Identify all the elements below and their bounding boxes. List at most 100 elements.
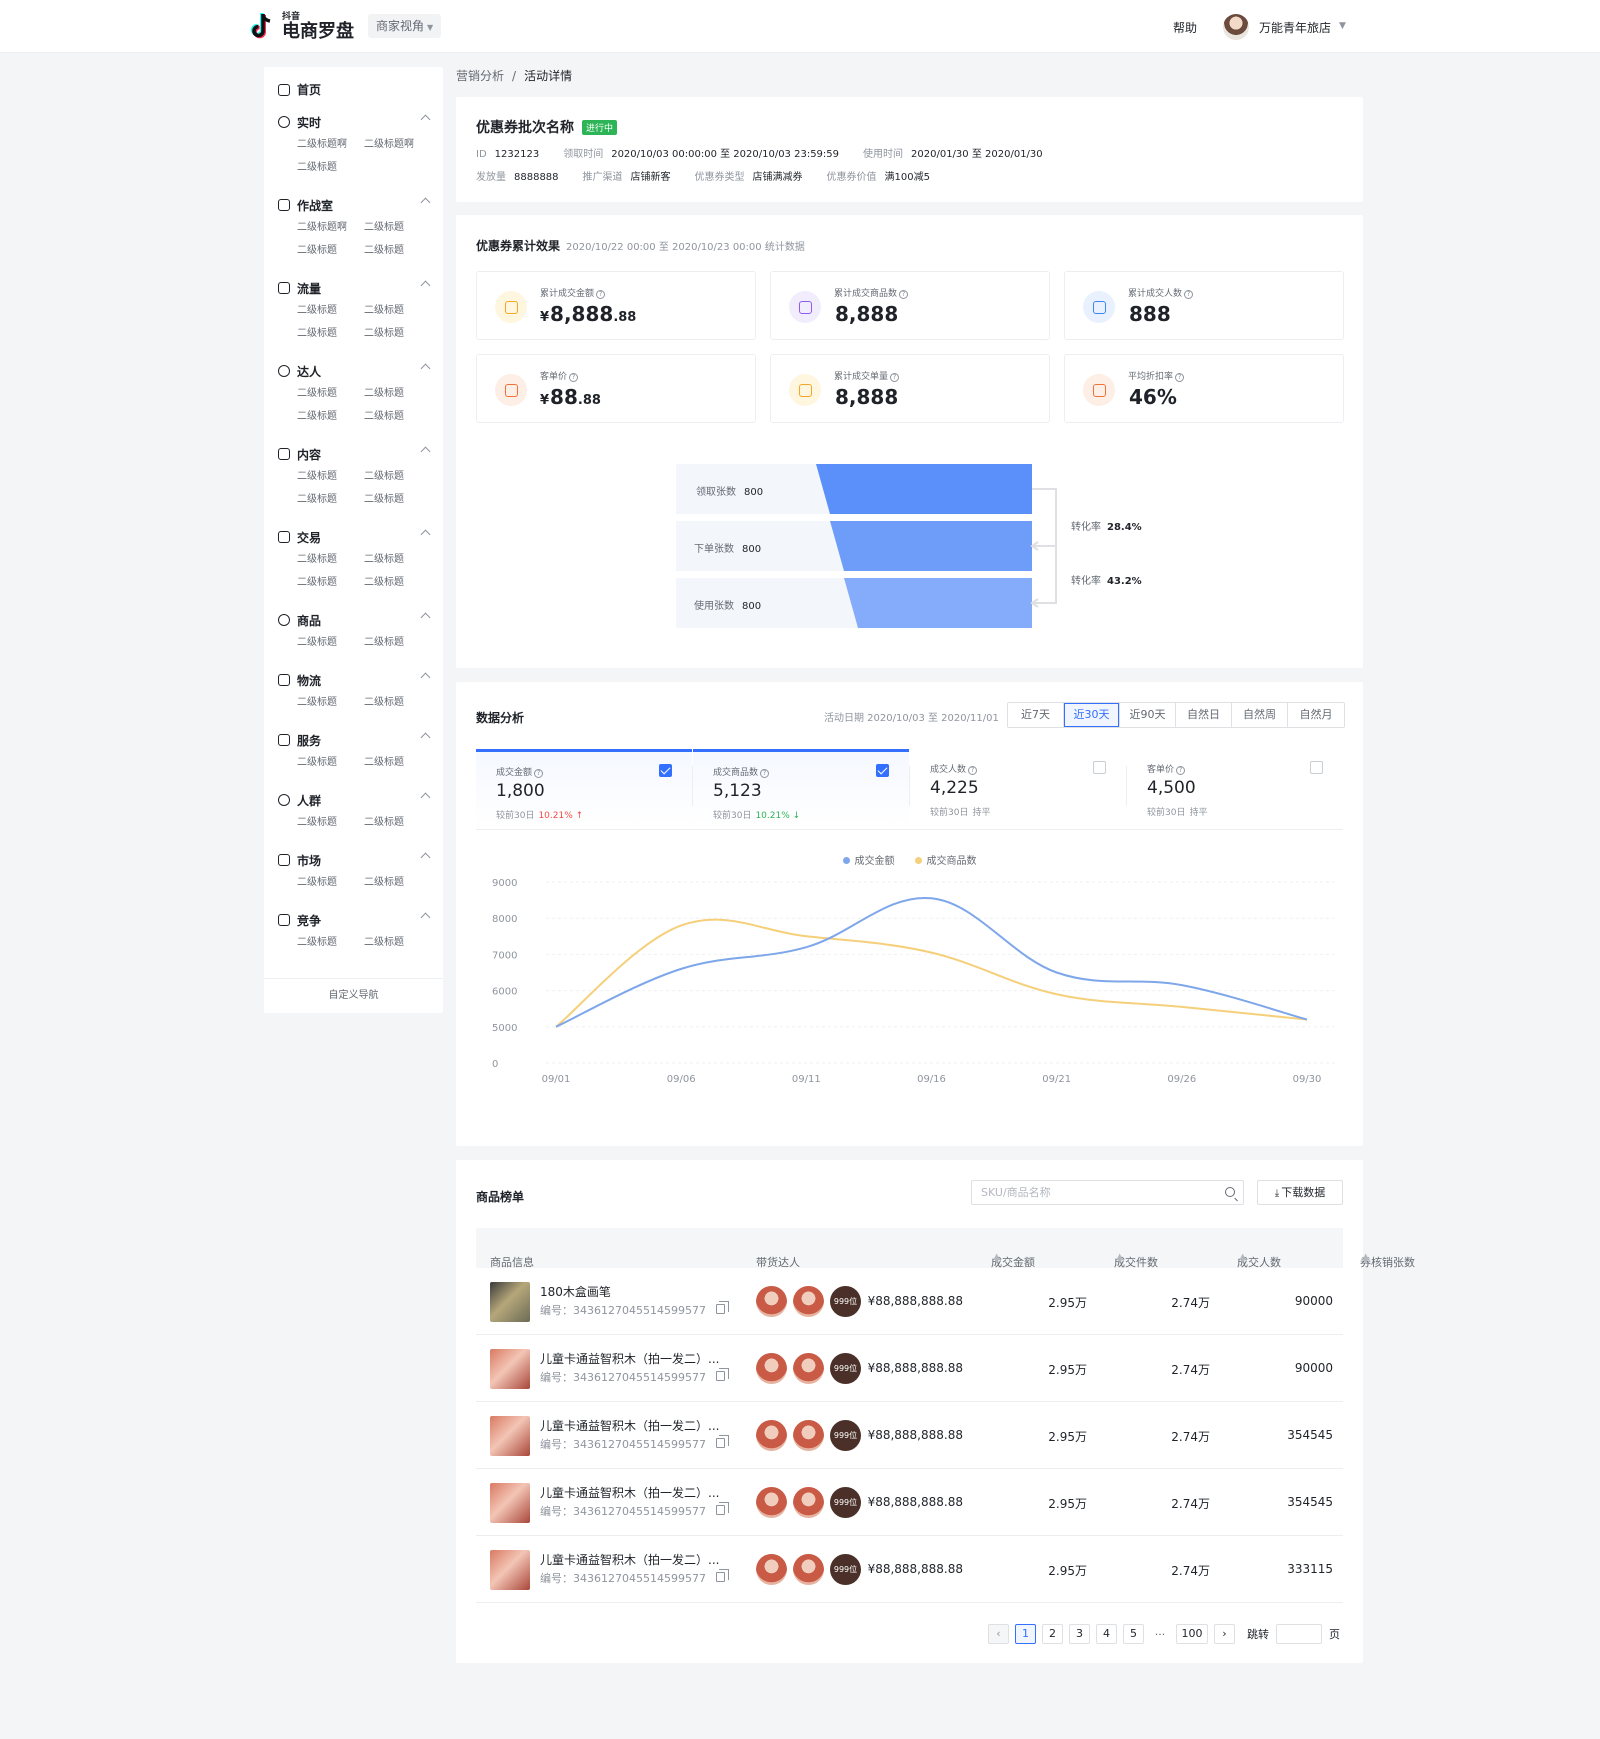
chevron-up-icon[interactable] (420, 612, 431, 623)
product-name[interactable]: 儿童卡通益智积木（拍一发二）... (540, 1484, 719, 1501)
help-icon[interactable]: ? (1175, 373, 1185, 382)
page-button[interactable]: 5 (1123, 1624, 1144, 1644)
sidebar-sub-item[interactable]: 二级标题 (364, 574, 431, 591)
metric-tab[interactable]: 成交商品数? 5,123 较前30日 10.21% ↓ (693, 749, 909, 827)
chevron-up-icon[interactable] (420, 912, 431, 923)
avatar[interactable] (793, 1286, 824, 1317)
sidebar-group-header[interactable]: 交易 (278, 528, 431, 546)
range-option[interactable]: 自然周 (1232, 703, 1288, 727)
sidebar-group-header[interactable]: 服务 (278, 731, 431, 749)
copy-icon[interactable] (716, 1368, 729, 1381)
help-icon[interactable]: ? (890, 373, 900, 382)
sidebar-sub-item[interactable]: 二级标题 (297, 814, 364, 831)
sidebar-sub-item[interactable]: 二级标题啊 (364, 136, 431, 153)
sidebar-group-header[interactable]: 作战室 (278, 196, 431, 214)
avatar[interactable] (793, 1554, 824, 1585)
avatar[interactable] (756, 1487, 787, 1518)
range-option[interactable]: 近30天 (1064, 703, 1120, 727)
help-icon[interactable]: ? (534, 769, 544, 778)
sidebar-sub-item[interactable]: 二级标题 (297, 242, 364, 259)
copy-icon[interactable] (716, 1502, 729, 1515)
sidebar-sub-item[interactable]: 二级标题 (297, 754, 364, 771)
table-row[interactable]: 儿童卡通益智积木（拍一发二）... 编号：3436127045514599577 9… (476, 1402, 1343, 1469)
sidebar-sub-item[interactable]: 二级标题 (297, 574, 364, 591)
page-button[interactable]: 100 (1176, 1624, 1208, 1644)
jump-page-input[interactable] (1276, 1624, 1322, 1644)
sidebar-sub-item[interactable]: 二级标题 (297, 408, 364, 425)
sidebar-sub-item[interactable]: 二级标题啊 (297, 136, 364, 153)
sidebar-sub-item[interactable]: 二级标题 (364, 754, 431, 771)
metric-checkbox[interactable] (1310, 761, 1323, 774)
sidebar-sub-item[interactable]: 二级标题 (364, 634, 431, 651)
metric-tab[interactable]: 客单价? 4,500 较前30日 持平 (1127, 749, 1343, 827)
view-switch-dropdown[interactable]: 商家视角 ▼ (368, 14, 442, 38)
sidebar-sub-item[interactable]: 二级标题 (364, 468, 431, 485)
metric-checkbox[interactable] (876, 764, 889, 777)
sidebar-sub-item[interactable]: 二级标题 (297, 385, 364, 402)
sidebar-sub-item[interactable]: 二级标题 (297, 159, 364, 176)
product-name[interactable]: 180木盒画笔 (540, 1283, 611, 1300)
sidebar-sub-item[interactable]: 二级标题 (364, 219, 431, 236)
avatar[interactable] (793, 1353, 824, 1384)
table-row[interactable]: 180木盒画笔 编号：3436127045514599577 999位 ¥88,888… (476, 1268, 1343, 1335)
help-icon[interactable]: ? (596, 290, 606, 299)
sidebar-sub-item[interactable]: 二级标题 (364, 491, 431, 508)
legend-item[interactable]: 成交金额 (842, 856, 895, 867)
range-option[interactable]: 近90天 (1120, 703, 1176, 727)
copy-icon[interactable] (716, 1569, 729, 1582)
sort-icon[interactable]: ▲ ▼ (994, 1253, 999, 1265)
sidebar-group-header[interactable]: 人群 (278, 791, 431, 809)
page-button[interactable]: 2 (1042, 1624, 1063, 1644)
range-option[interactable]: 自然月 (1288, 703, 1344, 727)
table-row[interactable]: 儿童卡通益智积木（拍一发二）... 编号：3436127045514599577 9… (476, 1536, 1343, 1603)
sort-icon[interactable]: ▲ ▼ (1117, 1253, 1122, 1265)
sidebar-sub-item[interactable]: 二级标题 (364, 302, 431, 319)
metric-checkbox[interactable] (1093, 761, 1106, 774)
caret-down-icon[interactable]: ▼ (1339, 21, 1346, 31)
chevron-up-icon[interactable] (420, 280, 431, 291)
copy-icon[interactable] (716, 1435, 729, 1448)
help-icon[interactable]: ? (1184, 290, 1194, 299)
custom-nav-button[interactable]: 自定义导航 (264, 978, 443, 1013)
sidebar-sub-item[interactable]: 二级标题 (297, 468, 364, 485)
table-row[interactable]: 儿童卡通益智积木（拍一发二）... 编号：3436127045514599577 9… (476, 1469, 1343, 1536)
page-button[interactable]: 4 (1096, 1624, 1117, 1644)
next-page-button[interactable]: › (1214, 1624, 1235, 1644)
help-icon[interactable]: ? (760, 769, 770, 778)
page-button[interactable]: 3 (1069, 1624, 1090, 1644)
sidebar-group-header[interactable]: 物流 (278, 671, 431, 689)
more-influencers-badge[interactable]: 999位 (830, 1286, 861, 1317)
sidebar-sub-item[interactable]: 二级标题 (297, 302, 364, 319)
sidebar-group-header[interactable]: 达人 (278, 362, 431, 380)
table-row[interactable]: 儿童卡通益智积木（拍一发二）... 编号：3436127045514599577 9… (476, 1335, 1343, 1402)
sidebar-group-header[interactable]: 竞争 (278, 911, 431, 929)
chevron-up-icon[interactable] (420, 792, 431, 803)
chevron-up-icon[interactable] (420, 852, 431, 863)
page-ellipsis[interactable]: ··· (1150, 1628, 1170, 1641)
chevron-up-icon[interactable] (420, 197, 431, 208)
chevron-up-icon[interactable] (420, 114, 431, 125)
avatar[interactable] (793, 1487, 824, 1518)
search-input[interactable] (972, 1181, 1202, 1204)
sidebar-group-header[interactable]: 实时 (278, 113, 431, 131)
search-icon[interactable] (1225, 1187, 1235, 1197)
product-name[interactable]: 儿童卡通益智积木（拍一发二）... (540, 1551, 719, 1568)
sidebar-sub-item[interactable]: 二级标题 (297, 551, 364, 568)
sidebar-sub-item[interactable]: 二级标题 (364, 408, 431, 425)
sidebar-sub-item[interactable]: 二级标题 (364, 385, 431, 402)
chevron-up-icon[interactable] (420, 446, 431, 457)
help-icon[interactable]: ? (968, 766, 978, 775)
more-influencers-badge[interactable]: 999位 (830, 1487, 861, 1518)
avatar[interactable] (756, 1286, 787, 1317)
sidebar-sub-item[interactable]: 二级标题 (364, 934, 431, 951)
metric-checkbox[interactable] (659, 764, 672, 777)
sidebar-sub-item[interactable]: 二级标题 (364, 814, 431, 831)
sidebar-item-home[interactable]: 首页 (278, 81, 321, 98)
page-button[interactable]: 1 (1015, 1624, 1036, 1644)
help-link[interactable]: 帮助 (1173, 19, 1197, 36)
sidebar-group-header[interactable]: 市场 (278, 851, 431, 869)
sidebar-group-header[interactable]: 流量 (278, 279, 431, 297)
help-icon[interactable]: ? (1176, 766, 1186, 775)
sidebar-sub-item[interactable]: 二级标题 (364, 242, 431, 259)
legend-item[interactable]: 成交商品数 (914, 856, 977, 867)
